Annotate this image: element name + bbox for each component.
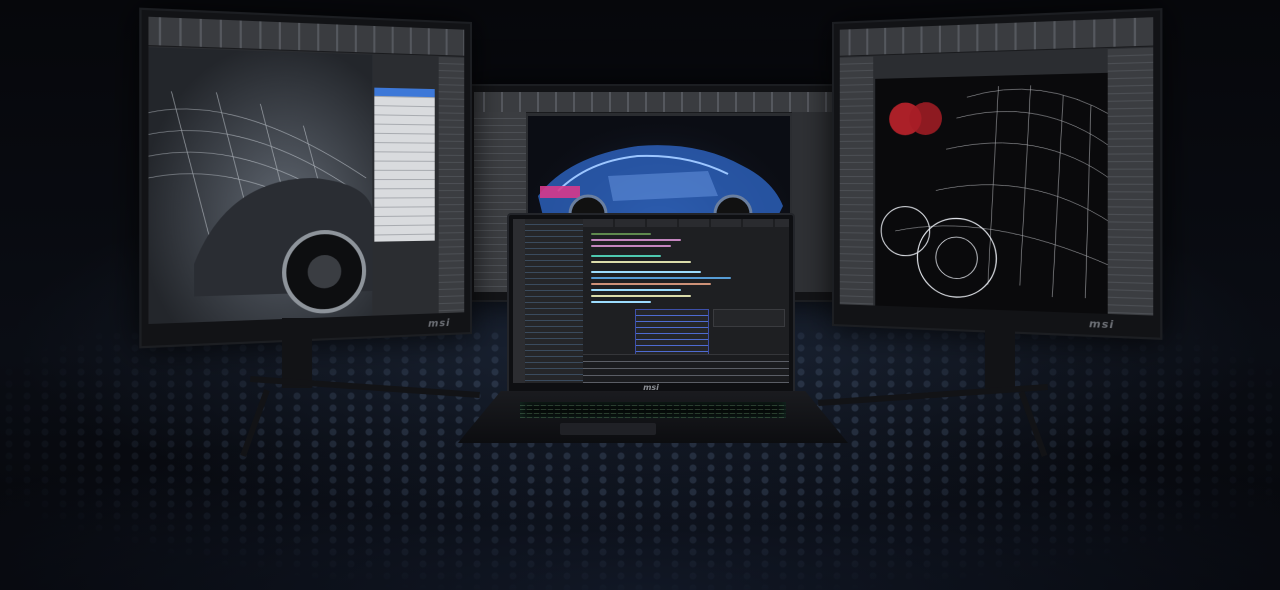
editor-file-explorer [525,219,583,383]
code-line [591,233,651,235]
right-stand-neck [985,318,1015,388]
left-monitor-screen [148,16,465,325]
wireframe-car-left [148,47,373,319]
code-line [591,261,691,263]
right-monitor-bezel: msi [832,8,1163,340]
editor-problems-panel [583,354,789,383]
editor-activity-bar [513,219,525,383]
code-line [591,283,711,285]
code-line [591,295,691,297]
wireframe-car-right [875,73,1112,314]
code-line [591,245,671,247]
code-line [591,277,731,279]
right-monitor-screen [839,17,1154,316]
right-toolbar [839,17,1154,57]
code-line [591,301,651,303]
laptop-touchpad [560,423,656,435]
left-monitor-logo: msi [427,317,451,330]
right-modifier-panel [1107,47,1154,316]
laptop-code-editor [513,219,789,383]
autocomplete-popup [635,309,709,357]
code-line [591,255,661,257]
left-wireframe-viewport [148,47,373,325]
laptop-lid: msi [507,213,795,395]
code-line [591,271,701,273]
right-monitor-logo: msi [1088,318,1115,332]
editor-code-area [583,227,789,357]
left-dialog-panel [374,87,435,242]
code-line [591,289,681,291]
right-wireframe-viewport [875,72,1113,315]
center-toolbar [474,92,832,113]
left-stand-neck [282,318,312,388]
center-properties-panel [792,112,832,292]
right-scene-outliner [839,56,874,306]
laptop-keyboard [520,402,786,418]
editor-tabs [583,219,789,227]
left-monitor-bezel: msi [139,7,472,349]
hover-tooltip [713,309,785,327]
code-line [591,239,681,241]
left-dialog-titlebar [374,87,435,98]
left-side-panel [438,56,465,314]
